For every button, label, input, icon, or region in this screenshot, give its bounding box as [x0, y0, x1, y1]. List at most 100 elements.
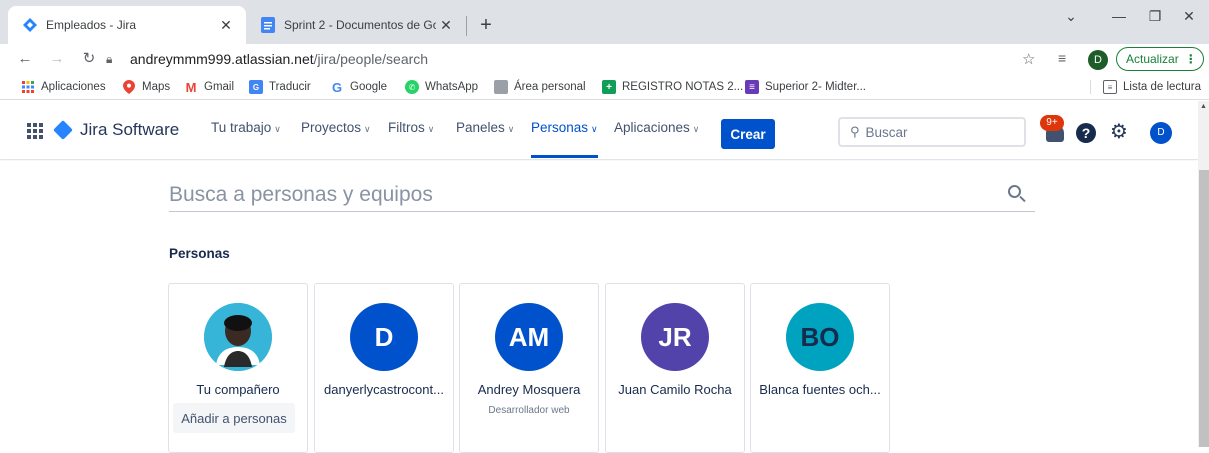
tab-title: Empleados - Jira [46, 18, 137, 32]
profile-avatar[interactable]: D [1088, 50, 1108, 70]
forward-arrow-icon[interactable]: → [46, 48, 68, 70]
create-button[interactable]: Crear [721, 119, 775, 149]
restore-window-icon[interactable]: ❐ [1140, 8, 1170, 25]
people-section-title: Personas [169, 246, 230, 261]
user-silhouette-icon [204, 303, 272, 371]
apps-grid-icon [21, 80, 35, 94]
add-to-people-button[interactable]: Añadir a personas [173, 403, 295, 433]
search-placeholder: Buscar [865, 124, 908, 140]
nav-tu-trabajo[interactable]: Tu trabajo ∨ [211, 120, 281, 158]
close-window-icon[interactable]: ✕ [1174, 8, 1204, 25]
tab-search-chevron-icon[interactable]: ⌄ [1056, 8, 1086, 25]
area-personal-icon [494, 80, 508, 94]
nav-label: Tu trabajo [211, 120, 272, 135]
bookmark-label: Maps [142, 81, 171, 93]
person-name: danyerlycastrocont... [324, 382, 444, 397]
jira-software-logo[interactable]: Jira Software [53, 120, 179, 140]
chevron-down-icon: ∨ [364, 124, 371, 134]
update-label: Actualizar [1126, 52, 1179, 66]
lock-icon: 🔒︎ [106, 51, 113, 66]
browser-tab-strip: Empleados - Jira ✕ Sprint 2 - Documentos… [0, 0, 1209, 44]
url-path: /jira/people/search [313, 51, 429, 67]
translate-icon: G [249, 80, 263, 94]
people-search-input[interactable]: Busca a personas y equipos [169, 176, 1035, 212]
person-avatar [204, 303, 272, 371]
sheets-icon: + [602, 80, 616, 94]
jira-favicon-icon [22, 17, 38, 33]
tab-separator [466, 16, 467, 36]
reading-list-icon: ≡ [1103, 80, 1117, 94]
person-avatar: AM [495, 303, 563, 371]
app-switcher-icon[interactable] [27, 123, 43, 139]
chevron-down-icon: ∨ [427, 124, 435, 134]
jira-top-navigation: Jira Software Tu trabajo ∨ Proyectos ∨ Fil… [0, 101, 1198, 159]
back-arrow-icon[interactable]: ← [14, 48, 36, 70]
person-role: Desarrollador web [488, 405, 570, 416]
scroll-up-arrow-icon[interactable]: ▲ [1198, 103, 1209, 113]
close-tab-icon[interactable]: ✕ [436, 15, 456, 35]
person-avatar: BO [786, 303, 854, 371]
nav-aplicaciones[interactable]: Aplicaciones ∨ [614, 120, 699, 158]
bookmark-label: Aplicaciones [41, 81, 106, 93]
user-avatar[interactable]: D [1150, 122, 1172, 144]
bookmark-area-personal[interactable]: Área personal [494, 79, 586, 95]
notification-badge: 9+ [1040, 115, 1064, 131]
bookmark-traducir[interactable]: G Traducir [249, 79, 311, 95]
bookmark-label: Gmail [204, 81, 235, 93]
bookmark-whatsapp[interactable]: ✆ WhatsApp [405, 79, 478, 95]
settings-gear-icon[interactable]: ⚙ [1108, 121, 1130, 143]
person-name: Tu compañero [196, 382, 280, 397]
person-name: Juan Camilo Rocha [618, 382, 732, 397]
person-avatar: D [350, 303, 418, 371]
person-avatar: JR [641, 303, 709, 371]
gmail-icon: M [185, 79, 197, 95]
minimize-window-icon[interactable]: — [1104, 8, 1134, 24]
bookmark-registro-notas[interactable]: + REGISTRO NOTAS 2... [602, 79, 743, 95]
person-card[interactable]: D danyerlycastrocont... [314, 283, 454, 453]
nav-label: Aplicaciones [614, 120, 690, 135]
nav-filtros[interactable]: Filtros ∨ [388, 120, 434, 158]
search-icon: ⚲ [850, 124, 860, 139]
bookmark-star-icon[interactable]: ☆ [1022, 50, 1035, 68]
bookmark-maps[interactable]: Maps [122, 79, 170, 95]
bookmark-label: REGISTRO NOTAS 2... [622, 81, 744, 93]
help-icon[interactable]: ? [1076, 123, 1096, 143]
maps-pin-icon [122, 80, 136, 94]
browser-toolbar: ← → ↻ 🔒︎ andreymmm999.atlassian.net/jira… [0, 44, 1209, 74]
chevron-down-icon: ∨ [274, 124, 281, 134]
reload-icon[interactable]: ↻ [78, 48, 100, 70]
tab-sprint-2-docs[interactable]: Sprint 2 - Documentos de Googl ✕ [246, 6, 466, 44]
person-card[interactable]: Tu compañero Añadir a personas [168, 283, 308, 453]
nav-label: Filtros [388, 120, 425, 135]
bookmarks-separator [1090, 80, 1091, 94]
bookmark-label: WhatsApp [425, 81, 479, 93]
nav-paneles[interactable]: Paneles ∨ [456, 120, 514, 158]
bookmark-aplicaciones[interactable]: Aplicaciones [21, 79, 106, 95]
bookmark-gmail[interactable]: M Gmail [184, 79, 234, 95]
new-tab-plus-icon[interactable]: + [474, 14, 498, 38]
person-name: Andrey Mosquera [477, 382, 581, 397]
person-card[interactable]: BO Blanca fuentes och... [750, 283, 890, 453]
search-icon[interactable] [1007, 184, 1027, 204]
notifications-button[interactable]: 9+ [1040, 115, 1066, 143]
person-card[interactable]: JR Juan Camilo Rocha [605, 283, 745, 453]
chevron-down-icon: ∨ [507, 124, 515, 134]
update-button[interactable]: Actualizar ⋮ [1116, 47, 1204, 71]
reading-list-label: Lista de lectura [1123, 81, 1201, 93]
nav-proyectos[interactable]: Proyectos ∨ [301, 120, 371, 158]
tab-empleados-jira[interactable]: Empleados - Jira ✕ [8, 6, 246, 44]
person-card[interactable]: AM Andrey Mosquera Desarrollador web [459, 283, 599, 453]
close-tab-icon[interactable]: ✕ [216, 15, 236, 35]
nav-label: Personas [531, 120, 589, 135]
person-name: Blanca fuentes och... [759, 382, 881, 397]
page-scrollbar-thumb[interactable] [1199, 170, 1209, 447]
address-bar[interactable]: 🔒︎ andreymmm999.atlassian.net/jira/peopl… [106, 45, 1051, 73]
bookmark-label: Traducir [269, 81, 311, 93]
jira-search-input[interactable]: ⚲ Buscar [838, 117, 1026, 147]
bookmark-superior-2[interactable]: ≡ Superior 2- Midter... [745, 79, 866, 95]
reading-list-button[interactable]: ≡ Lista de lectura [1103, 79, 1201, 95]
nav-personas[interactable]: Personas ∨ [531, 120, 598, 158]
bookmark-google[interactable]: G Google [330, 79, 387, 95]
media-queue-icon[interactable]: ≡ [1058, 50, 1066, 66]
people-search-placeholder: Busca a personas y equipos [169, 182, 433, 206]
